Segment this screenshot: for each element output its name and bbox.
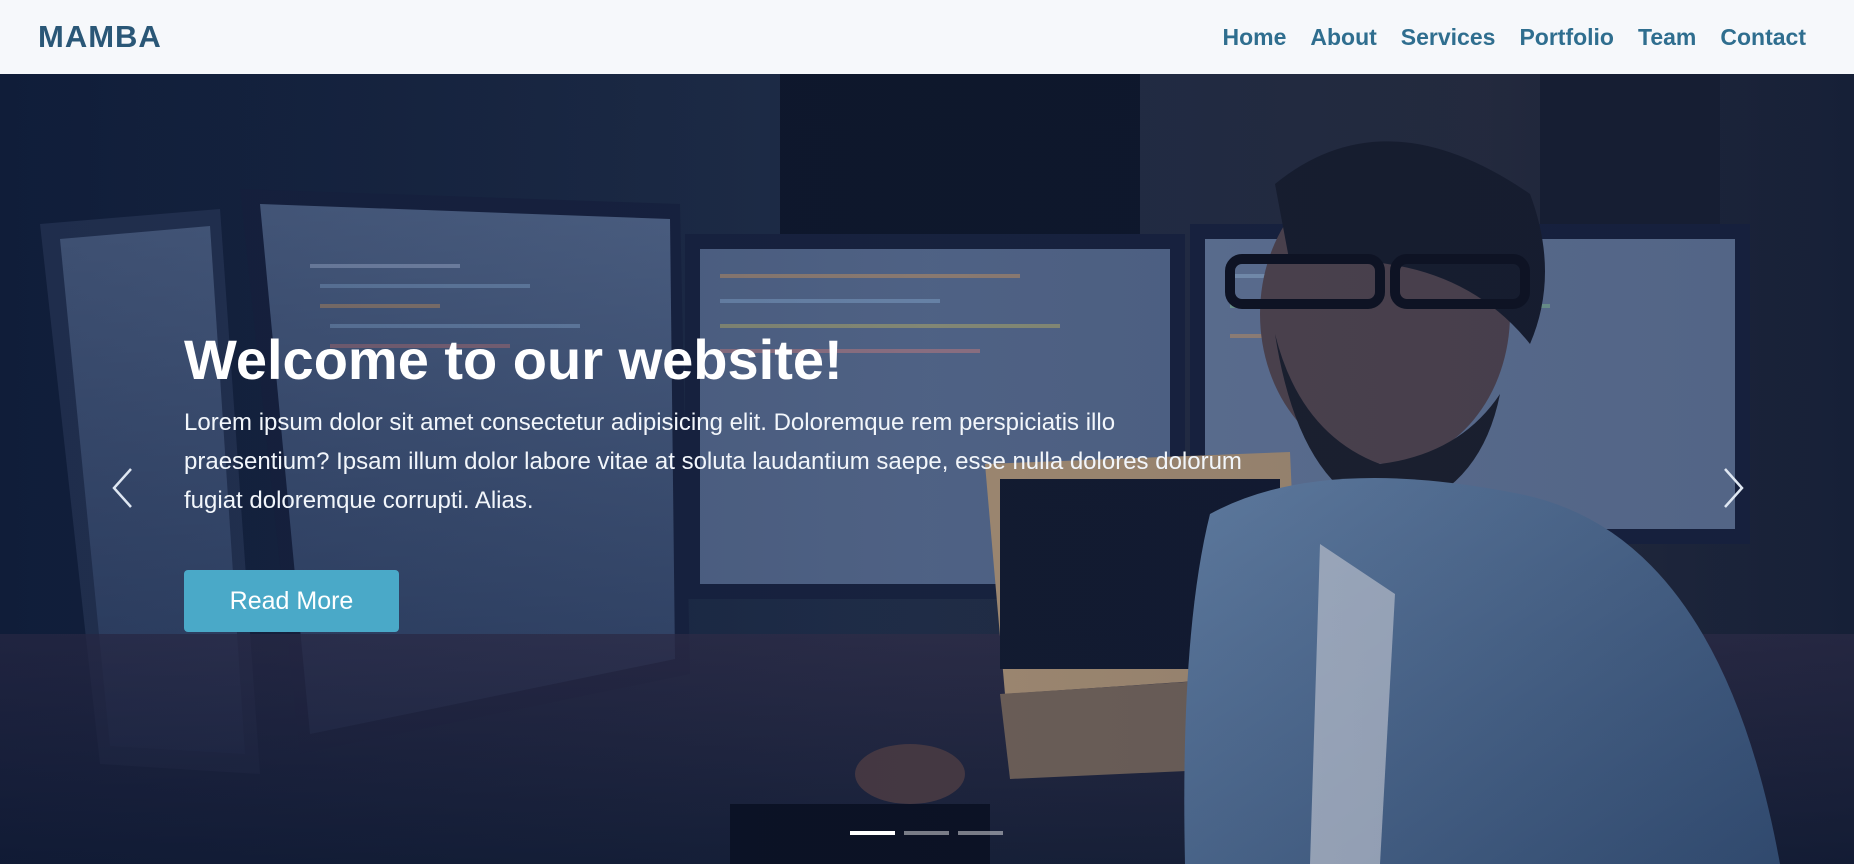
carousel-indicator-1[interactable] — [850, 831, 895, 835]
site-header: MAMBA Home About Services Portfolio Team… — [0, 0, 1854, 74]
carousel-indicator-2[interactable] — [904, 831, 949, 835]
carousel-prev-button[interactable] — [102, 458, 142, 518]
nav-home[interactable]: Home — [1222, 24, 1286, 51]
chevron-left-icon — [112, 468, 132, 508]
site-logo[interactable]: MAMBA — [38, 19, 162, 55]
hero-caption: Welcome to our website! Lorem ipsum dolo… — [184, 326, 1264, 633]
read-more-button[interactable]: Read More — [184, 570, 399, 633]
nav-about[interactable]: About — [1310, 24, 1376, 51]
nav-contact[interactable]: Contact — [1720, 24, 1806, 51]
carousel-indicators — [850, 831, 1003, 835]
hero-carousel: Welcome to our website! Lorem ipsum dolo… — [0, 74, 1854, 864]
nav-portfolio[interactable]: Portfolio — [1519, 24, 1614, 51]
carousel-indicator-3[interactable] — [958, 831, 1003, 835]
nav-team[interactable]: Team — [1638, 24, 1696, 51]
hero-title: Welcome to our website! — [184, 328, 843, 391]
carousel-next-button[interactable] — [1714, 458, 1754, 518]
hero-description: Lorem ipsum dolor sit amet consectetur a… — [184, 409, 1242, 515]
main-nav: Home About Services Portfolio Team Conta… — [1222, 24, 1806, 51]
chevron-right-icon — [1724, 468, 1744, 508]
nav-services[interactable]: Services — [1401, 24, 1496, 51]
